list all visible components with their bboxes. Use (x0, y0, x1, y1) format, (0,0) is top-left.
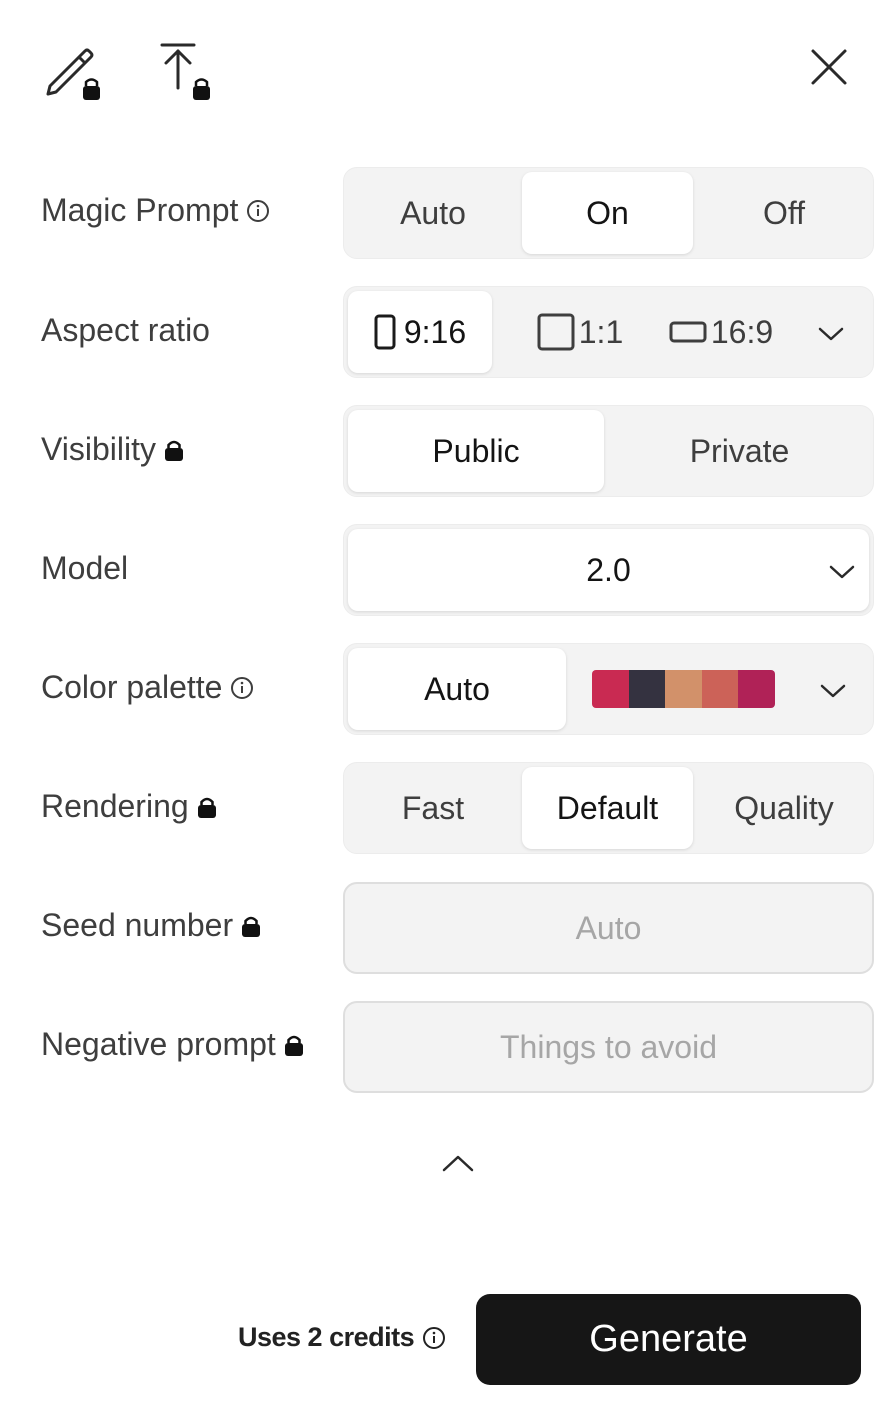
visibility-option-private[interactable]: Private (608, 410, 871, 492)
color-palette-label-text: Color palette (41, 669, 223, 705)
magic-prompt-option-on[interactable]: On (522, 172, 693, 254)
generate-button[interactable]: Generate (476, 1294, 861, 1385)
color-palette-label: Color palette (41, 669, 254, 706)
magic-prompt-selector: Auto On Off (343, 167, 874, 259)
chevron-down-icon[interactable] (817, 325, 845, 343)
magic-prompt-label-text: Magic Prompt (41, 192, 239, 228)
rendering-option-quality[interactable]: Quality (697, 767, 871, 849)
credits-text: Uses 2 credits (238, 1322, 415, 1352)
close-icon[interactable] (793, 31, 865, 103)
aspect-option-9-16[interactable]: 9:16 (348, 291, 492, 373)
chevron-down-icon[interactable] (819, 682, 847, 700)
model-select-value[interactable]: 2.0 (348, 529, 869, 611)
edit-lock-icon[interactable] (36, 36, 108, 108)
landscape-ratio-icon (669, 321, 707, 343)
credits-info: Uses 2 credits (238, 1322, 446, 1353)
aspect-option-16-9[interactable]: 16:9 (666, 291, 776, 373)
magic-prompt-option-auto[interactable]: Auto (348, 172, 518, 254)
info-icon[interactable] (246, 199, 270, 223)
info-icon[interactable] (422, 1326, 446, 1350)
palette-swatch (738, 670, 775, 708)
visibility-label: Visibility (41, 431, 184, 468)
lock-icon (197, 797, 216, 818)
magic-prompt-option-off[interactable]: Off (697, 172, 871, 254)
rendering-label: Rendering (41, 788, 217, 825)
lock-icon (284, 1035, 303, 1056)
visibility-label-text: Visibility (41, 431, 156, 467)
rendering-selector: Fast Default Quality (343, 762, 874, 854)
aspect-option-label: 16:9 (710, 313, 774, 350)
upload-lock-icon[interactable] (146, 36, 218, 108)
square-ratio-icon (537, 313, 575, 351)
rendering-label-text: Rendering (41, 788, 189, 824)
aspect-ratio-selector: 9:16 1:1 16:9 (343, 286, 874, 378)
negative-prompt-label: Negative prompt (41, 1026, 304, 1063)
aspect-option-label: 1:1 (578, 313, 624, 350)
seed-number-label-text: Seed number (41, 907, 234, 943)
negative-prompt-field[interactable] (343, 1001, 874, 1093)
seed-number-label: Seed number (41, 907, 261, 944)
palette-swatch (592, 670, 629, 708)
aspect-option-1-1[interactable]: 1:1 (524, 291, 636, 373)
portrait-ratio-icon (374, 314, 396, 350)
rendering-option-fast[interactable]: Fast (348, 767, 518, 849)
model-select[interactable]: 2.0 (343, 524, 874, 616)
negative-prompt-input[interactable] (345, 1002, 872, 1092)
model-label: Model (41, 550, 129, 586)
magic-prompt-label: Magic Prompt (41, 192, 270, 229)
lock-icon (242, 916, 261, 937)
aspect-ratio-label: Aspect ratio (41, 312, 210, 348)
color-palette-option-auto[interactable]: Auto (348, 648, 566, 730)
color-palette-selector: Auto (343, 643, 874, 735)
seed-number-field[interactable] (343, 882, 874, 974)
chevron-down-icon[interactable] (828, 563, 856, 581)
negative-prompt-label-text: Negative prompt (41, 1026, 276, 1062)
lock-icon (165, 440, 183, 461)
aspect-option-label: 9:16 (403, 313, 467, 350)
palette-swatch (701, 670, 739, 708)
palette-swatches[interactable] (592, 670, 775, 708)
palette-swatch (665, 670, 702, 708)
visibility-option-public[interactable]: Public (348, 410, 604, 492)
rendering-option-default[interactable]: Default (522, 767, 693, 849)
info-icon[interactable] (230, 676, 254, 700)
seed-number-input[interactable] (345, 883, 872, 973)
chevron-up-icon[interactable] (441, 1152, 475, 1174)
visibility-selector: Public Private (343, 405, 874, 497)
palette-swatch (628, 670, 666, 708)
